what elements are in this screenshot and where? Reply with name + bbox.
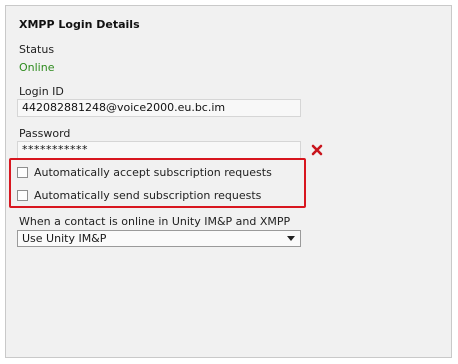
auto-send-row[interactable]: Automatically send subscription requests xyxy=(17,189,261,202)
contact-online-selected: Use Unity IM&P xyxy=(22,232,107,245)
section-title: XMPP Login Details xyxy=(19,18,140,31)
auto-send-label[interactable]: Automatically send subscription requests xyxy=(34,189,261,202)
contact-online-select[interactable]: Use Unity IM&P xyxy=(17,230,301,247)
login-id-field[interactable]: 442082881248@voice2000.eu.bc.im xyxy=(17,99,301,117)
auto-accept-checkbox[interactable] xyxy=(17,167,28,178)
contact-online-label: When a contact is online in Unity IM&P a… xyxy=(19,215,291,228)
auto-accept-label[interactable]: Automatically accept subscription reques… xyxy=(34,166,272,179)
chevron-down-icon xyxy=(287,236,295,241)
password-field[interactable]: *********** xyxy=(17,141,301,159)
status-value: Online xyxy=(19,61,55,74)
xmpp-login-panel: XMPP Login Details Status Online Login I… xyxy=(5,5,452,358)
login-id-label: Login ID xyxy=(19,85,64,98)
password-label: Password xyxy=(19,127,71,140)
status-label: Status xyxy=(19,43,55,56)
clear-password-icon[interactable] xyxy=(311,144,323,156)
auto-accept-row[interactable]: Automatically accept subscription reques… xyxy=(17,166,272,179)
auto-send-checkbox[interactable] xyxy=(17,190,28,201)
